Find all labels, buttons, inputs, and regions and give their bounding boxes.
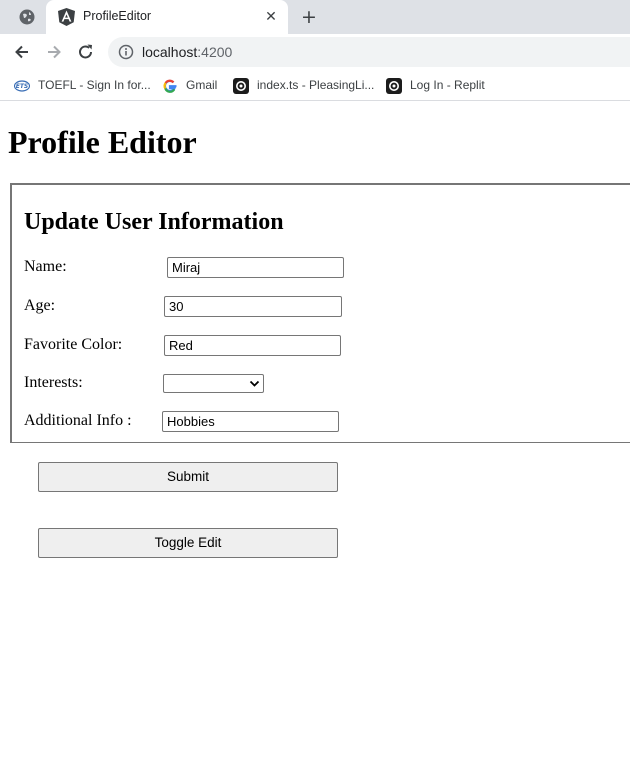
forward-arrow-icon[interactable] [44, 42, 64, 62]
svg-text:ETS: ETS [16, 83, 29, 90]
bookmark-label: Gmail [186, 78, 218, 92]
browser-toolbar: localhost:4200 [0, 34, 630, 70]
name-field[interactable] [167, 257, 344, 278]
angular-icon [58, 8, 75, 26]
active-tab[interactable]: ProfileEditor ✕ [46, 0, 288, 34]
back-arrow-icon[interactable] [12, 42, 32, 62]
favorite-color-label: Favorite Color: [24, 336, 123, 353]
age-label: Age: [24, 297, 56, 314]
chevron-down-icon [249, 380, 260, 387]
age-field[interactable] [164, 296, 342, 317]
bookmark-label: TOEFL - Sign In for... [38, 78, 151, 92]
favorite-color-field[interactable] [164, 335, 341, 356]
bookmark-index-ts[interactable]: index.ts - PleasingLi... [233, 77, 375, 95]
name-label: Name: [24, 258, 67, 275]
submit-button[interactable]: Submit [38, 462, 338, 492]
bookmark-replit-login[interactable]: Log In - Replit [386, 77, 490, 95]
page-title: Profile Editor [8, 124, 197, 160]
replit-icon [233, 78, 249, 94]
ets-icon: ETS [14, 80, 30, 92]
tab-title: ProfileEditor [83, 9, 152, 23]
bookmark-gmail[interactable]: Gmail [162, 77, 222, 95]
toggle-edit-button[interactable]: Toggle Edit [38, 528, 338, 558]
url-text: localhost:4200 [142, 44, 232, 60]
google-icon [163, 79, 177, 93]
replit-icon [386, 78, 402, 94]
form-title: Update User Information [24, 209, 284, 235]
bookmarks-bar: ETS TOEFL - Sign In for... Gmail index.t… [0, 70, 630, 101]
interests-select[interactable] [163, 374, 264, 393]
additional-info-field[interactable] [162, 411, 339, 432]
bookmark-toefl[interactable]: ETS TOEFL - Sign In for... [14, 77, 151, 95]
address-bar[interactable]: localhost:4200 [108, 37, 630, 67]
interests-label: Interests: [24, 374, 83, 391]
close-icon[interactable]: ✕ [263, 9, 279, 25]
url-host: localhost [142, 44, 198, 60]
url-port: :4200 [197, 44, 233, 60]
additional-info-label: Additional Info : [24, 412, 132, 429]
globe-icon[interactable] [18, 8, 36, 26]
bookmark-label: Log In - Replit [410, 78, 485, 92]
plus-icon[interactable]: + [300, 8, 318, 27]
bookmark-label: index.ts - PleasingLi... [257, 78, 375, 92]
info-icon[interactable] [118, 44, 134, 60]
tab-strip: ProfileEditor ✕ + [0, 0, 630, 34]
reload-icon[interactable] [76, 42, 96, 62]
